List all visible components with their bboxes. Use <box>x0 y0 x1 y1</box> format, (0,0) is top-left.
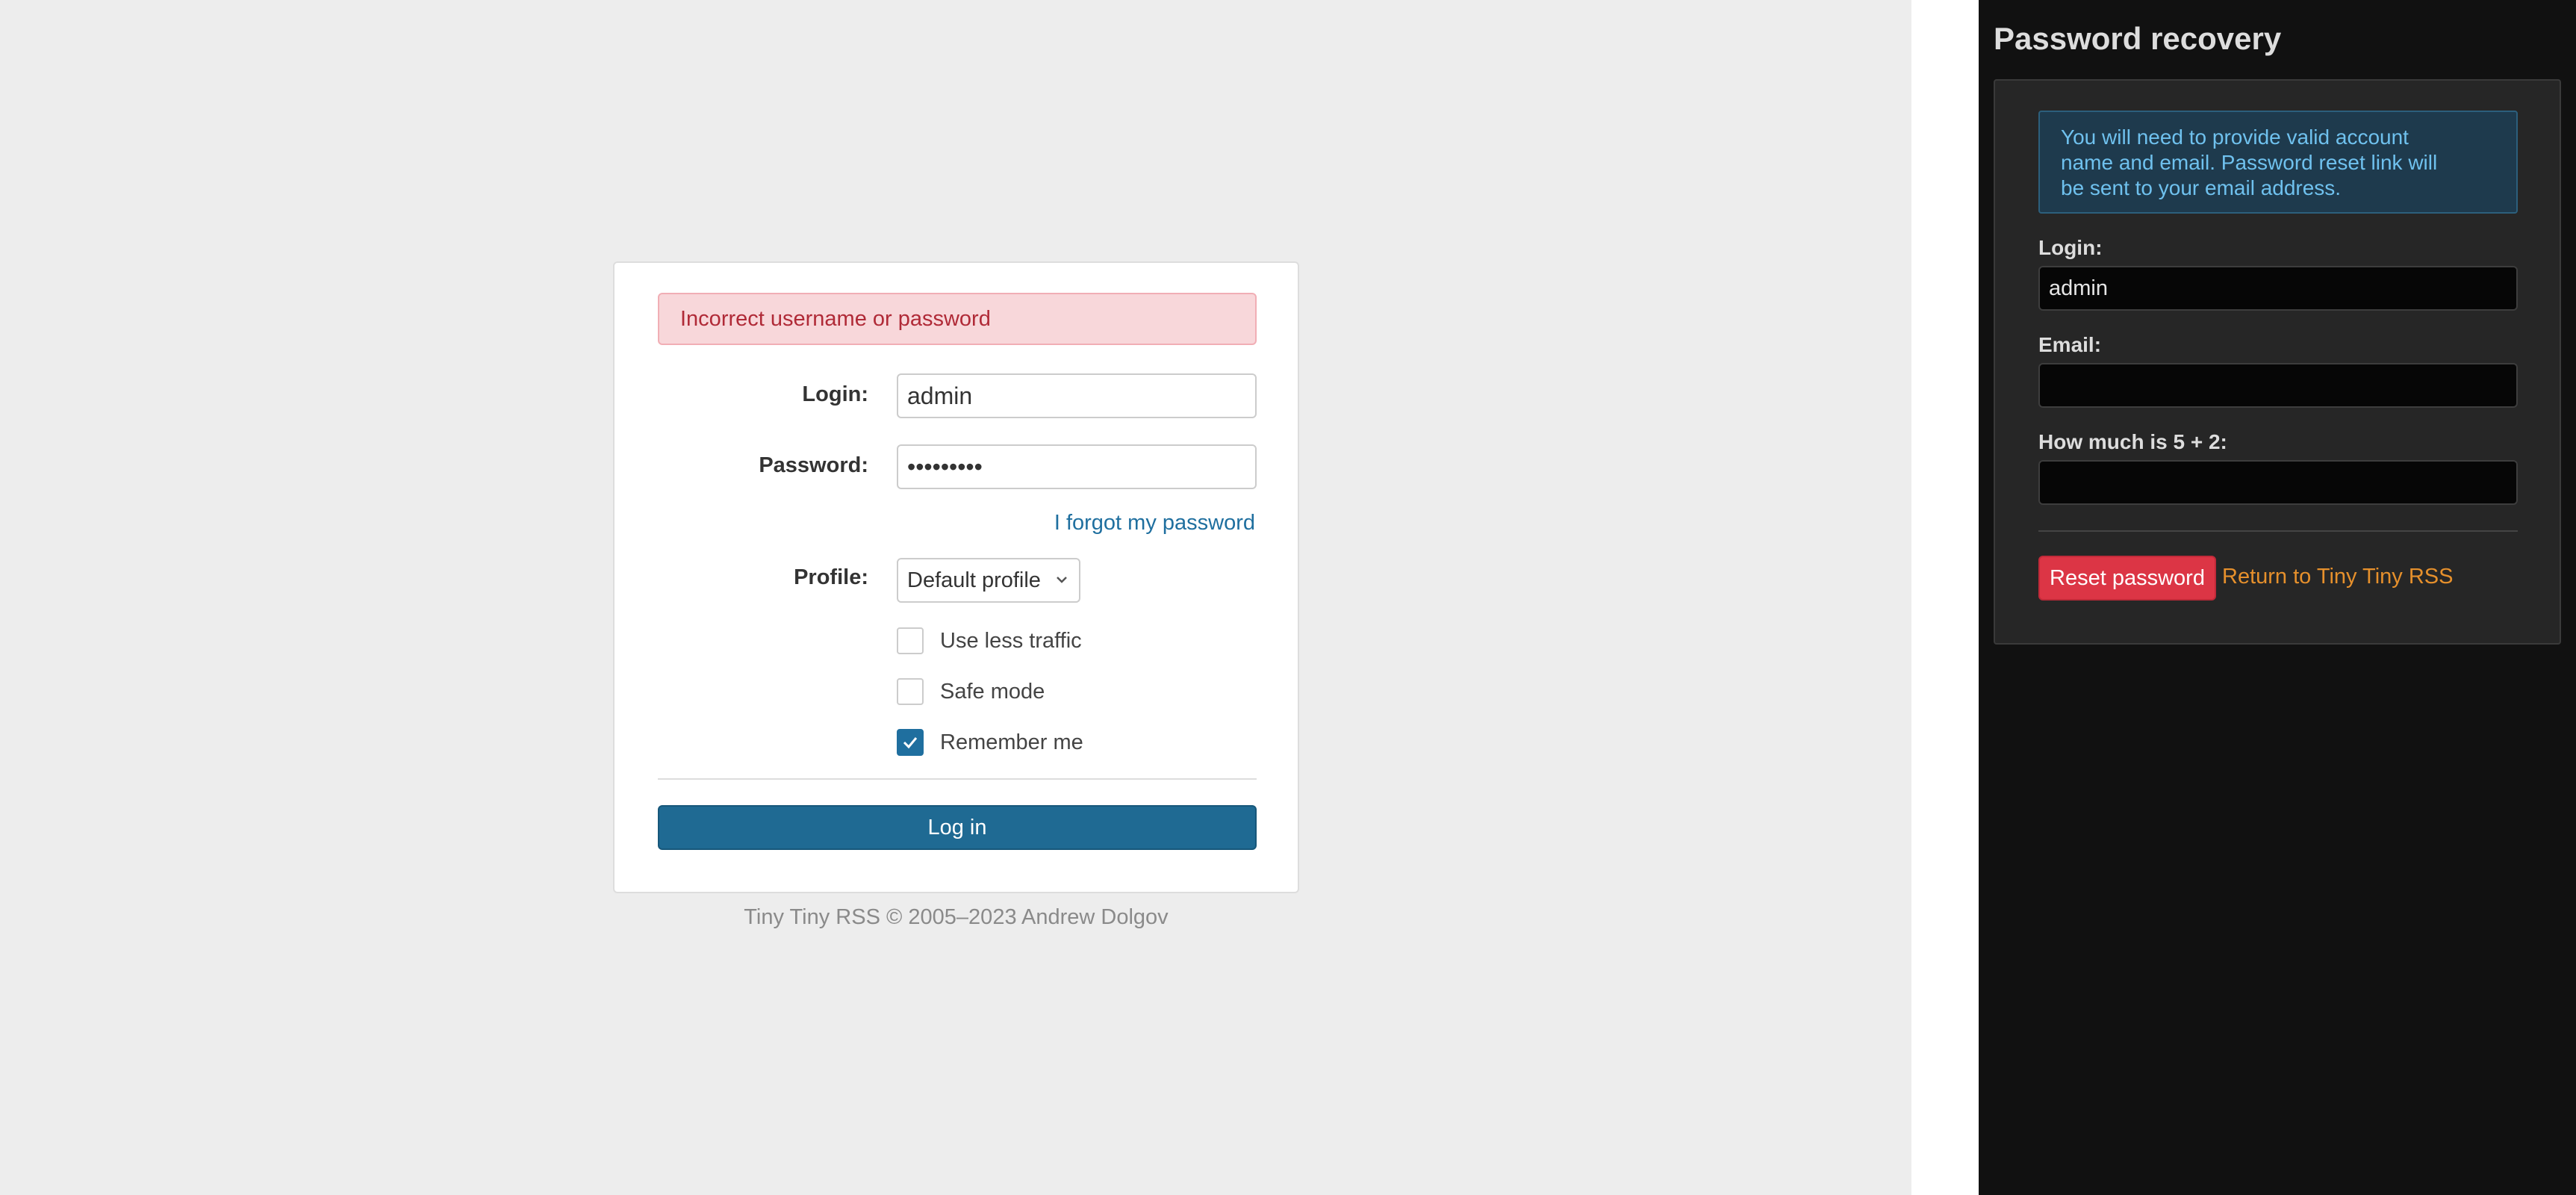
safe-mode-checkbox[interactable] <box>897 678 924 705</box>
login-label: Login: <box>802 382 868 406</box>
use-less-traffic-label: Use less traffic <box>940 629 1082 653</box>
page-title: Password recovery <box>1994 21 2282 56</box>
info-notice: You will need to provide valid account n… <box>2038 111 2518 214</box>
login-pane: Incorrect username or password Login: Pa… <box>0 0 1911 1195</box>
login-input[interactable] <box>897 373 1257 418</box>
footer-copyright: Tiny Tiny RSS © 2005–2023 Andrew Dolgov <box>744 905 1169 929</box>
password-label: Password: <box>759 453 868 477</box>
profile-select[interactable]: Default profile <box>897 558 1080 603</box>
profile-label: Profile: <box>794 565 868 589</box>
remember-me-checkbox[interactable] <box>897 729 924 756</box>
email-label: Email: <box>2038 333 2102 356</box>
notice-line: be sent to your email address. <box>2061 176 2342 199</box>
use-less-traffic-checkbox[interactable] <box>897 627 924 654</box>
recovery-login-input[interactable] <box>2038 266 2518 311</box>
divider <box>2038 530 2518 532</box>
chevron-down-icon <box>1055 559 1068 617</box>
password-input[interactable] <box>897 444 1257 489</box>
notice-line: You will need to provide valid account <box>2061 125 2409 149</box>
profile-selected-value: Default profile <box>907 568 1041 592</box>
login-card: Incorrect username or password Login: Pa… <box>613 261 1299 893</box>
captcha-input[interactable] <box>2038 460 2518 505</box>
recovery-card: You will need to provide valid account n… <box>1994 79 2561 645</box>
recovery-login-label: Login: <box>2038 236 2103 259</box>
email-input[interactable] <box>2038 363 2518 408</box>
remember-me-label: Remember me <box>940 730 1083 754</box>
return-link[interactable]: Return to Tiny Tiny RSS <box>2222 565 2453 589</box>
safe-mode-label: Safe mode <box>940 680 1045 704</box>
notice-line: name and email. Password reset link will <box>2061 151 2438 174</box>
error-alert: Incorrect username or password <box>658 293 1257 345</box>
checkmark-icon <box>903 737 918 749</box>
captcha-label: How much is 5 + 2: <box>2038 430 2227 453</box>
reset-password-button[interactable]: Reset password <box>2038 556 2216 600</box>
login-button[interactable]: Log in <box>658 805 1257 850</box>
password-recovery-pane: Password recovery You will need to provi… <box>1979 0 2576 1195</box>
divider <box>658 778 1257 780</box>
forgot-password-link[interactable]: I forgot my password <box>1054 511 1255 536</box>
